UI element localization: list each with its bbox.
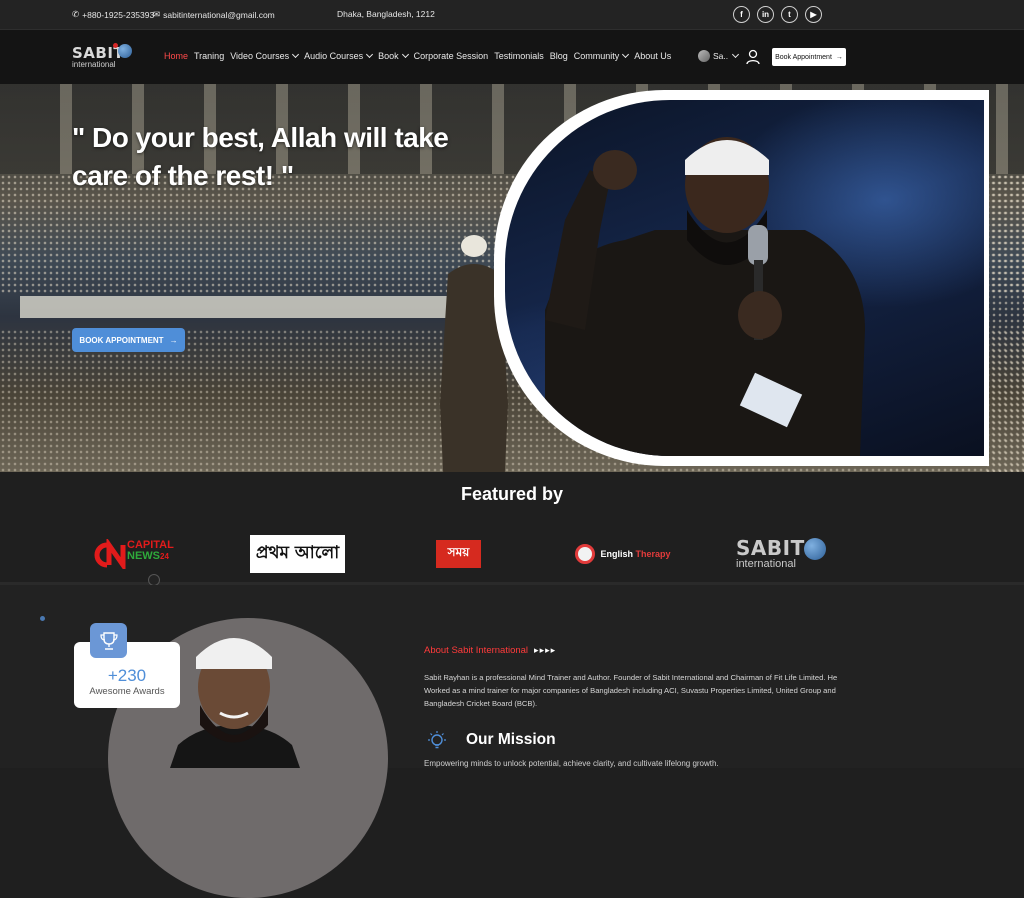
globe-icon xyxy=(118,44,132,58)
about-description: Sabit Rayhan is a professional Mind Trai… xyxy=(424,673,838,708)
top-info-bar: ✆ +880-1925-235393 ✉ sabitinternational@… xyxy=(0,0,1024,29)
phone-icon: ✆ xyxy=(72,9,80,19)
phone-number: +880-1925-235393 xyxy=(82,9,155,20)
featured-title: Featured by xyxy=(460,484,564,504)
trophy-badge xyxy=(90,623,127,658)
chevron-down-icon xyxy=(366,50,374,59)
lightbulb-icon xyxy=(428,731,446,749)
language-label: Sa.. xyxy=(713,51,729,61)
nav-item-about-us[interactable]: About Us xyxy=(634,51,671,61)
nav-item-traning[interactable]: Traning xyxy=(194,51,224,61)
hero-cta-label: BOOK APPOINTMENT xyxy=(79,335,164,345)
nav-item-blog[interactable]: Blog xyxy=(550,51,568,61)
featured-logo-prothom-alo[interactable]: প্রথম আলো xyxy=(250,530,345,578)
awards-label: Awesome Awards xyxy=(89,686,165,697)
featured-logo-capital-news24[interactable]: CAPITAL NEWS24 xyxy=(93,530,183,578)
user-icon[interactable] xyxy=(746,49,760,65)
chevron-down-icon xyxy=(622,50,630,59)
hero-speaker-photo xyxy=(505,100,984,456)
chevron-down-icon xyxy=(401,50,409,59)
hero-quote: " Do your best, Allah will take care of … xyxy=(72,122,449,191)
address-text: Dhaka, Bangladesh, 1212 xyxy=(337,9,435,19)
nav-menu: Home Traning Video Courses Audio Courses… xyxy=(164,50,677,61)
site-logo[interactable]: SABIT international xyxy=(72,43,136,72)
nav-item-video-courses[interactable]: Video Courses xyxy=(230,50,300,61)
mission-title: Our Mission xyxy=(466,731,556,748)
nav-item-corporate-session[interactable]: Corporate Session xyxy=(414,51,489,61)
chevron-down-icon xyxy=(292,50,300,59)
youtube-icon[interactable]: ▶ xyxy=(805,6,822,23)
about-heading: About Sabit International ▸▸▸▸ xyxy=(424,645,556,656)
featured-logo-somoy[interactable]: সময় xyxy=(436,530,481,578)
sabit-wordmark-sub: international xyxy=(736,558,796,570)
email-contact[interactable]: ✉ sabitinternational@gmail.com xyxy=(153,9,275,20)
facebook-icon[interactable]: f xyxy=(733,6,750,23)
awards-count: +230 xyxy=(107,666,147,685)
mail-icon: ✉ xyxy=(153,9,161,19)
linkedin-icon[interactable]: in xyxy=(757,6,774,23)
language-flag-icon xyxy=(698,50,710,62)
sabit-wordmark: SABIT xyxy=(736,536,805,560)
address: Dhaka, Bangladesh, 1212 xyxy=(337,9,435,19)
nav-item-testimonials[interactable]: Testimonials xyxy=(494,51,544,61)
founder-portrait xyxy=(170,638,300,768)
nav-item-community[interactable]: Community xyxy=(574,50,630,61)
globe-icon xyxy=(804,538,826,560)
arrows-decor: ▸▸▸▸ xyxy=(534,645,557,655)
nav-item-book[interactable]: Book xyxy=(378,50,409,61)
crowd-right xyxy=(985,174,1024,472)
email-address: sabitinternational@gmail.com xyxy=(163,9,275,20)
prothom-alo-wordmark: প্রথম আলো xyxy=(250,535,345,573)
about-heading-text: About Sabit International xyxy=(424,645,529,656)
somoy-wordmark: সময় xyxy=(436,540,481,568)
phone-contact[interactable]: ✆ +880-1925-235393 xyxy=(72,9,154,20)
chevron-down-icon xyxy=(732,50,740,59)
book-appointment-button[interactable]: Book Appointment → xyxy=(772,48,846,66)
decor-dot xyxy=(40,616,45,621)
logo-text-bottom: international xyxy=(72,60,116,69)
main-navbar: SABIT international Home Traning Video C… xyxy=(0,29,1024,84)
hero-book-appointment-button[interactable]: BOOK APPOINTMENT → xyxy=(72,328,185,352)
arrow-right-icon: → xyxy=(169,335,178,345)
book-appointment-label: Book Appointment xyxy=(775,53,832,61)
nav-item-audio-courses[interactable]: Audio Courses xyxy=(304,50,374,61)
arrow-right-icon: → xyxy=(835,53,843,61)
nav-item-home[interactable]: Home xyxy=(164,51,188,61)
english-therapy-icon xyxy=(575,544,596,564)
speaker-figure xyxy=(545,137,865,456)
twitter-icon[interactable]: t xyxy=(781,6,798,23)
trophy-icon xyxy=(99,631,118,650)
logo-dot xyxy=(113,43,118,48)
language-selector[interactable]: Sa.. xyxy=(698,50,740,62)
featured-logo-english-therapy[interactable]: English Therapy xyxy=(573,530,673,578)
mission-text: Empowering minds to unlock potential, ac… xyxy=(424,759,719,768)
featured-logo-sabit-international[interactable]: SABIT international xyxy=(736,530,831,578)
